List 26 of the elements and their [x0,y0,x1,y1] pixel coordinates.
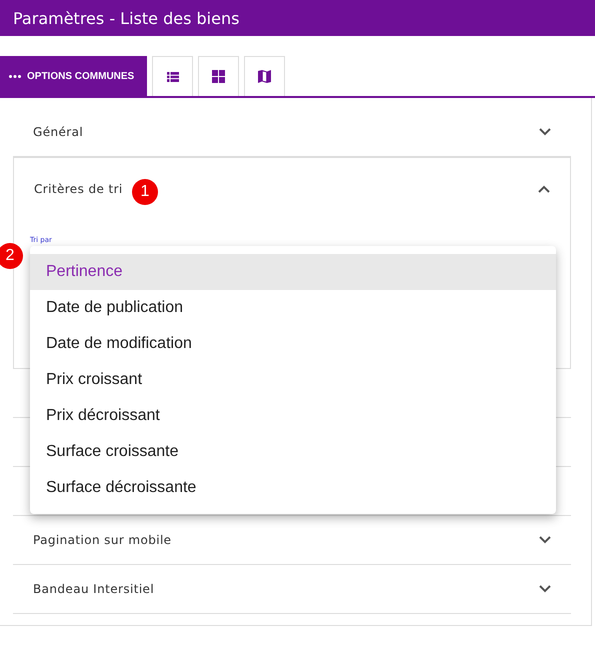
menu-option[interactable]: Pertinence [30,254,556,290]
view-tab[interactable] [152,56,194,96]
map-icon [258,70,272,83]
menu-option[interactable]: Surface croissante [30,434,556,470]
grid-icon [212,70,226,83]
chevron-down-icon[interactable] [539,128,551,136]
menu-option[interactable]: Date de modification [30,326,556,362]
more-icon [9,75,21,78]
step-badge: 2 [0,243,23,269]
section-title[interactable]: Général [33,125,84,139]
view-tab[interactable] [198,56,240,96]
menu-option[interactable]: Date de publication [30,290,556,326]
chevron-down-icon[interactable] [539,585,551,593]
step-badge: 1 [132,179,158,205]
view-tab[interactable] [244,56,286,96]
section-title[interactable]: Bandeau Intersitiel [33,582,154,596]
chevron-down-icon[interactable] [539,536,551,544]
menu-option[interactable]: Prix croissant [30,362,556,398]
options-tab[interactable]: OPTIONS COMMUNES [0,56,148,96]
menu-option[interactable]: Prix décroissant [30,398,556,434]
list-icon [166,72,179,82]
section-title[interactable]: Critères de tri [34,182,123,196]
menu-option[interactable]: Surface décroissante [30,470,556,506]
section-title[interactable]: Pagination sur mobile [33,533,172,547]
page-title: Paramètres - Liste des biens [13,8,240,28]
chevron-up-icon[interactable] [538,185,550,193]
